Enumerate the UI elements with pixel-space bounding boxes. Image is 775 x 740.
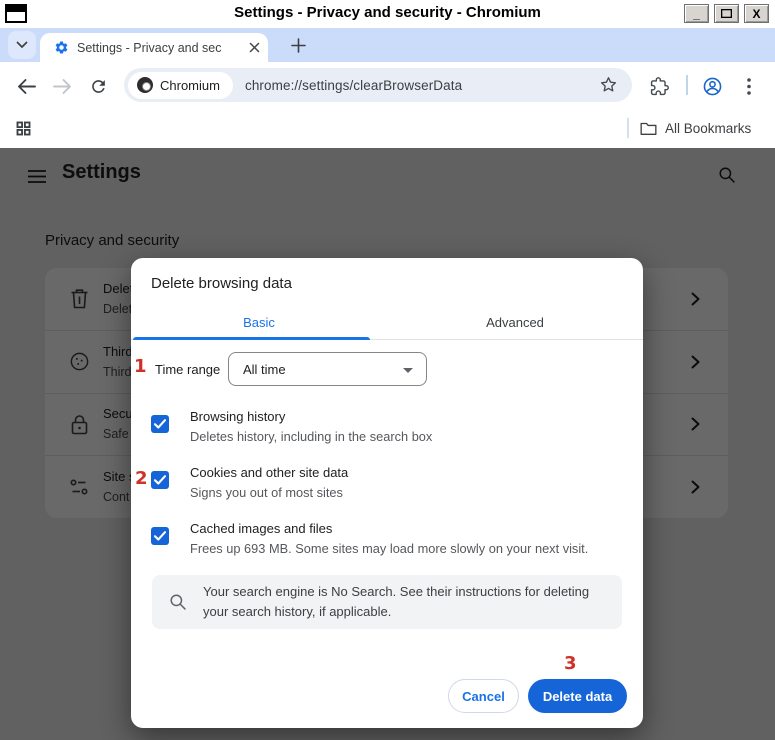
tab-close-icon[interactable] xyxy=(249,42,260,53)
forward-button[interactable] xyxy=(51,75,73,97)
window-title: Settings - Privacy and security - Chromi… xyxy=(0,4,775,21)
notice-text: Your search engine is No Search. See the… xyxy=(203,582,598,622)
tab-title: Settings - Privacy and sec xyxy=(77,41,245,55)
time-range-row: Time range xyxy=(155,352,220,386)
active-tab-underline xyxy=(133,337,370,340)
kebab-menu-icon xyxy=(747,78,751,95)
tab-search-button[interactable] xyxy=(8,31,36,59)
bookmarks-separator xyxy=(627,118,629,138)
os-titlebar: Settings - Privacy and security - Chromi… xyxy=(0,0,775,28)
dialog-buttons: Cancel Delete data xyxy=(131,679,623,713)
annotation-step-2: 2 xyxy=(135,468,148,489)
plus-icon xyxy=(291,38,306,53)
time-range-value: All time xyxy=(243,362,286,377)
tab-settings[interactable]: Settings - Privacy and sec xyxy=(40,33,268,62)
annotation-step-1: 1 xyxy=(134,356,147,377)
checkbox-row-cached-images[interactable]: Cached images and files Frees up 693 MB.… xyxy=(151,516,623,564)
checkbox-text: Cached images and files Frees up 693 MB.… xyxy=(190,519,588,559)
checkbox-text: Cookies and other site data Signs you ou… xyxy=(190,463,348,503)
check-icon xyxy=(154,419,166,429)
navigation-toolbar: Chromium chrome://settings/clearBrowserD… xyxy=(0,62,775,108)
checkbox-sublabel: Deletes history, including in the search… xyxy=(190,427,432,447)
checkbox-label: Cookies and other site data xyxy=(190,463,348,483)
apps-grid-button[interactable] xyxy=(12,117,34,139)
close-window-button[interactable]: X xyxy=(744,4,769,23)
tab-advanced[interactable]: Advanced xyxy=(387,306,643,339)
browser-window: Settings - Privacy and security - Chromi… xyxy=(0,0,775,740)
check-icon xyxy=(154,475,166,485)
grid-icon xyxy=(15,120,32,137)
cookies-checkbox[interactable] xyxy=(151,471,169,489)
tab-strip: Settings - Privacy and sec xyxy=(0,28,775,62)
search-icon xyxy=(169,593,187,611)
checkbox-row-cookies[interactable]: Cookies and other site data Signs you ou… xyxy=(151,460,623,508)
maximize-icon xyxy=(721,9,732,18)
dialog-title: Delete browsing data xyxy=(151,275,292,292)
annotation-step-3: 3 xyxy=(564,653,577,674)
chromium-logo-icon xyxy=(137,77,153,93)
cached-images-checkbox[interactable] xyxy=(151,527,169,545)
search-engine-notice: Your search engine is No Search. See the… xyxy=(152,575,622,629)
time-range-select[interactable]: All time xyxy=(228,352,427,386)
cancel-button[interactable]: Cancel xyxy=(448,679,519,713)
checkbox-label: Browsing history xyxy=(190,407,432,427)
settings-page: Settings Privacy and security Delet Dele… xyxy=(0,148,775,740)
bookmark-star-icon[interactable] xyxy=(599,75,618,94)
extensions-button[interactable] xyxy=(648,75,670,97)
toolbar-separator xyxy=(686,75,688,95)
checkbox-row-browsing-history[interactable]: Browsing history Deletes history, includ… xyxy=(151,404,623,452)
new-tab-button[interactable] xyxy=(285,32,311,58)
url-text: chrome://settings/clearBrowserData xyxy=(245,78,462,93)
delete-data-button[interactable]: Delete data xyxy=(528,679,627,713)
maximize-button[interactable] xyxy=(714,4,739,23)
window-controls: _ X xyxy=(684,4,769,23)
folder-icon xyxy=(640,121,657,136)
back-button[interactable] xyxy=(15,75,37,97)
checkbox-sublabel: Frees up 693 MB. Some sites may load mor… xyxy=(190,539,588,559)
browsing-history-checkbox[interactable] xyxy=(151,415,169,433)
all-bookmarks-label: All Bookmarks xyxy=(665,121,751,136)
checkbox-sublabel: Signs you out of most sites xyxy=(190,483,348,503)
profile-button[interactable] xyxy=(701,75,723,97)
all-bookmarks-button[interactable]: All Bookmarks xyxy=(640,116,751,140)
gear-icon xyxy=(54,40,69,55)
caret-down-icon xyxy=(403,368,413,373)
dialog-tab-bar: Basic Advanced xyxy=(131,306,643,340)
bookmarks-bar: All Bookmarks xyxy=(0,108,775,148)
site-info-chip[interactable]: Chromium xyxy=(128,72,233,99)
minimize-button[interactable]: _ xyxy=(684,4,709,23)
time-range-label: Time range xyxy=(155,362,220,377)
checkbox-text: Browsing history Deletes history, includ… xyxy=(190,407,432,447)
browser-menu-button[interactable] xyxy=(738,75,760,97)
check-icon xyxy=(154,531,166,541)
chevron-down-icon xyxy=(16,41,28,49)
site-chip-label: Chromium xyxy=(160,78,220,93)
address-bar[interactable]: Chromium chrome://settings/clearBrowserD… xyxy=(124,68,632,102)
reload-button[interactable] xyxy=(87,75,109,97)
tab-basic[interactable]: Basic xyxy=(131,306,387,339)
checkbox-label: Cached images and files xyxy=(190,519,588,539)
